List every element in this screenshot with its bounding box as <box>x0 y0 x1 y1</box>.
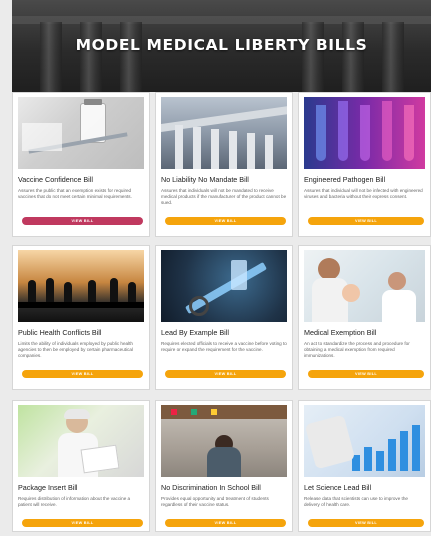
bill-description: Requires elected officials to receive a … <box>161 341 287 352</box>
student-image <box>161 405 287 477</box>
bill-description: Requires distribution of information abo… <box>18 496 131 507</box>
data-chart-image <box>304 405 425 477</box>
view-bill-button[interactable]: VIEW BILL <box>165 519 286 527</box>
hero-column <box>80 22 102 92</box>
view-bill-button[interactable]: VIEW BILL <box>308 217 424 225</box>
hero-column <box>382 22 404 92</box>
boardroom-image <box>18 250 144 322</box>
bill-card-no-liability: No Liability No Mandate Bill Assures tha… <box>155 92 293 237</box>
bill-description: Assures the public that an exemption exi… <box>18 188 132 199</box>
hero-column <box>40 22 62 92</box>
view-bill-button[interactable]: VIEW BILL <box>165 370 286 378</box>
bill-description: Release data that scientists can use to … <box>304 496 408 507</box>
bill-title: Vaccine Confidence Bill <box>18 175 93 184</box>
bill-card-public-health-conflicts: Public Health Conflicts Bill Limits the … <box>12 245 150 390</box>
view-bill-button[interactable]: VIEW BILL <box>22 519 143 527</box>
mother-baby-image <box>304 250 425 322</box>
bill-card-lead-by-example: Lead By Example Bill Requires elected of… <box>155 245 293 390</box>
bill-card-package-insert: Package Insert Bill Requires distributio… <box>12 400 150 532</box>
view-bill-button[interactable]: VIEW BILL <box>22 370 143 378</box>
view-bill-button[interactable]: VIEW BILL <box>165 217 286 225</box>
bill-title: No Discrimination In School Bill <box>161 483 261 492</box>
bill-card-medical-exemption: Medical Exemption Bill An act to standar… <box>298 245 431 390</box>
test-tubes-image <box>304 97 425 169</box>
hero-column <box>342 22 364 92</box>
bill-card-vaccine-confidence: Vaccine Confidence Bill Assures the publ… <box>12 92 150 237</box>
bill-description: Assures that individual will not be infe… <box>304 188 423 199</box>
hero-column <box>302 22 324 92</box>
bill-description: Provides equal opportunity and treatment… <box>161 496 269 507</box>
reading-document-image <box>18 405 144 477</box>
view-bill-button[interactable]: VIEW BILL <box>308 519 424 527</box>
bill-card-engineered-pathogen: Engineered Pathogen Bill Assures that in… <box>298 92 431 237</box>
bill-card-no-discrimination-school: No Discrimination In School Bill Provide… <box>155 400 293 532</box>
bill-title: Medical Exemption Bill <box>304 328 377 337</box>
bill-description: An act to standardize the process and pr… <box>304 341 410 358</box>
bill-title: Engineered Pathogen Bill <box>304 175 386 184</box>
view-bill-button[interactable]: VIEW BILL <box>22 217 143 225</box>
hero-pediment <box>12 16 431 24</box>
page-title: MODEL MEDICAL LIBERTY BILLS <box>75 36 368 54</box>
bill-card-let-science-lead: Let Science Lead Bill Release data that … <box>298 400 431 532</box>
bill-title: Package Insert Bill <box>18 483 78 492</box>
courthouse-image <box>161 97 287 169</box>
hero-column <box>120 22 142 92</box>
bill-title: Lead By Example Bill <box>161 328 229 337</box>
bill-title: Public Health Conflicts Bill <box>18 328 102 337</box>
vaccine-vial-image <box>18 97 144 169</box>
syringe-image <box>161 250 287 322</box>
bill-title: No Liability No Mandate Bill <box>161 175 249 184</box>
hero-banner: MODEL MEDICAL LIBERTY BILLS <box>12 0 431 92</box>
bill-title: Let Science Lead Bill <box>304 483 372 492</box>
bill-description: Assures that individuals will not be man… <box>161 188 287 205</box>
bill-description: Limits the ability of individuals employ… <box>18 341 133 358</box>
view-bill-button[interactable]: VIEW BILL <box>308 370 424 378</box>
